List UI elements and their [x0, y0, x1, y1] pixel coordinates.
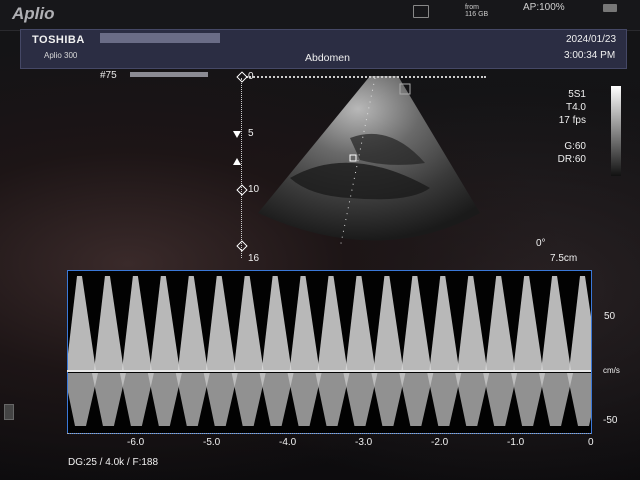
storage-indicator: from 116 GB: [465, 4, 488, 18]
cine-bar[interactable]: [130, 72, 208, 77]
doppler-spectrum: [68, 276, 591, 426]
depth-scale-line: [241, 78, 243, 258]
bmode-image: [258, 76, 480, 249]
brand-logo: Aplio: [12, 4, 55, 23]
dynamic-range: DR:60: [557, 154, 586, 165]
frame-rate: 17 fps: [558, 115, 586, 126]
storage-label: from: [465, 4, 479, 11]
focus-marker-icon[interactable]: [233, 158, 241, 165]
side-control-button[interactable]: [4, 404, 14, 420]
velocity-label: -50: [603, 415, 618, 426]
battery-icon: [603, 4, 617, 12]
depth-label: 5: [248, 128, 254, 139]
time-label: -5.0: [203, 437, 221, 448]
doppler-status: DG:25 / 4.0k / F:188: [68, 457, 159, 468]
exam-type: Abdomen: [305, 52, 350, 64]
imaging-parameters: 5S1 T4.0 17 fps G:60 DR:60: [548, 88, 586, 166]
focus-marker-icon[interactable]: [233, 131, 241, 138]
monitor-icon: [413, 5, 429, 18]
storage-value: 116 GB: [465, 11, 489, 18]
doppler-baseline[interactable]: [67, 370, 591, 372]
patient-info-redacted: [100, 33, 220, 43]
preset-label: T4.0: [565, 102, 586, 113]
time-label: 0: [588, 437, 594, 448]
time-label: -6.0: [127, 437, 145, 448]
velocity-label: 50: [604, 311, 616, 322]
depth-label: 0: [248, 71, 254, 82]
velocity-unit: cm/s: [603, 366, 620, 375]
acoustic-power: AP:100%: [523, 2, 565, 13]
time-label: -1.0: [507, 437, 525, 448]
time-label: -4.0: [279, 437, 297, 448]
frame-number: #75: [100, 70, 117, 81]
model-name: Aplio 300: [44, 51, 78, 60]
depth-label: 10: [248, 184, 260, 195]
correction-angle: 0°: [536, 238, 546, 249]
time-axis: [67, 433, 591, 434]
probe-label: 5S1: [568, 89, 586, 100]
gain-value: G:60: [564, 141, 586, 152]
image-depth: 7.5cm: [550, 253, 578, 264]
time-label: -3.0: [355, 437, 373, 448]
depth-label: 16: [248, 253, 260, 264]
time-label: -2.0: [431, 437, 449, 448]
grayscale-bar: [611, 86, 621, 176]
top-dotted-line: [246, 76, 486, 78]
manufacturer-logo: TOSHIBA: [32, 34, 85, 46]
spectral-doppler-display: [67, 270, 592, 434]
exam-time: 3:00:34 PM: [564, 50, 616, 61]
exam-date: 2024/01/23: [566, 34, 617, 45]
